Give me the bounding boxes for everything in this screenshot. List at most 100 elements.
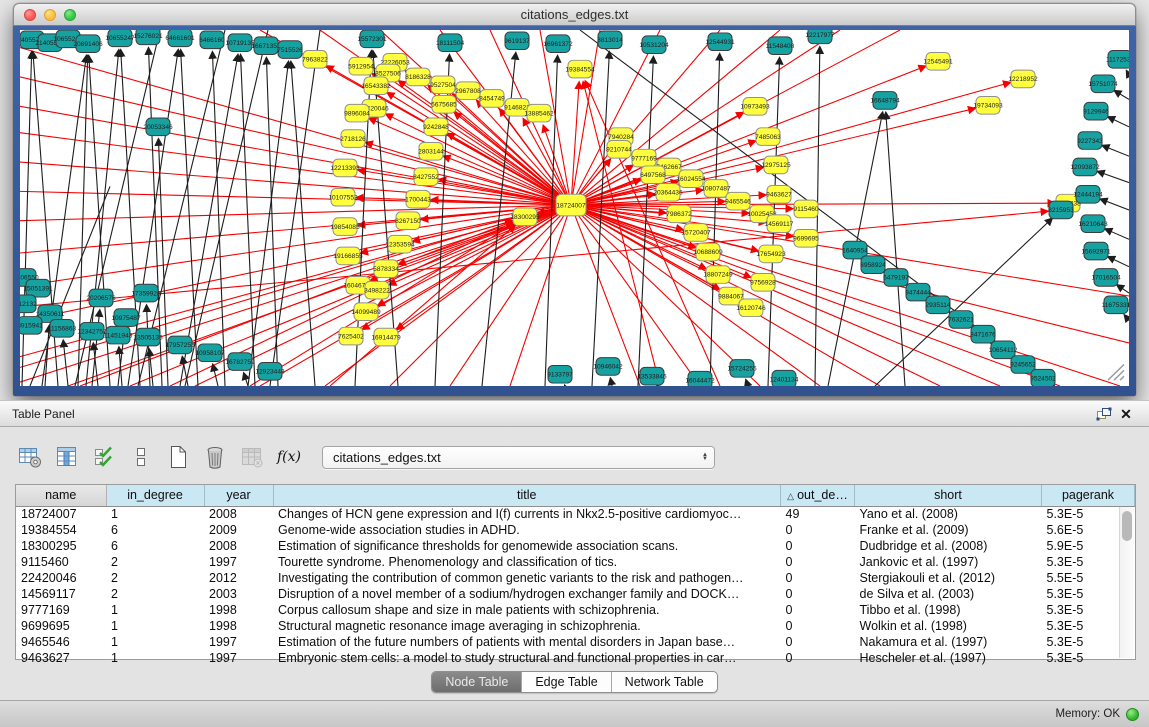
table-panel-header: Table Panel ✕ (0, 400, 1149, 427)
tab-node-table[interactable]: Node Table (432, 672, 521, 692)
graph-edge (571, 30, 600, 205)
column-header-short[interactable]: short (855, 485, 1042, 506)
graph-edge (244, 373, 248, 386)
resize-grip[interactable] (1108, 364, 1124, 380)
graph-node-label: 9133797 (547, 372, 573, 379)
graph-node-label: 16914479 (371, 334, 401, 341)
table-select-dropdown[interactable]: citations_edges.txt ▲▼ (322, 446, 715, 469)
graph-node-label: 12923448 (255, 369, 285, 376)
network-graph-canvas[interactable]: 1872400759129542222605335275068186328165… (20, 30, 1129, 386)
graph-node-label: 12217977 (805, 32, 835, 39)
float-panel-button[interactable] (1093, 405, 1115, 423)
table-row[interactable]: 977716911998Corpus callosum shape and si… (16, 602, 1135, 618)
graph-node-label: 5912954 (348, 63, 374, 70)
graph-node-label: 9474444 (905, 289, 931, 296)
window-titlebar[interactable]: citations_edges.txt (13, 3, 1136, 26)
graph-node-label: 20364436 (653, 190, 683, 197)
table-panel: Table Panel ✕ (0, 400, 1149, 700)
graph-node-label: 9884067 (718, 293, 744, 300)
dropdown-stepper-icon: ▲▼ (702, 453, 708, 461)
graph-node-label: 17654923 (756, 251, 786, 258)
table-cell: Investigating the contribution of common… (273, 570, 781, 586)
table-cell: Disruption of a novel member of a sodium… (273, 586, 781, 602)
table-cell: 1997 (204, 554, 273, 570)
close-icon: ✕ (1120, 407, 1132, 421)
table-cell: 1 (106, 602, 204, 618)
tab-network-table[interactable]: Network Table (611, 672, 717, 692)
graph-edge (571, 82, 1010, 205)
table-row[interactable]: 911546021997Tourette syndrome. Phenomeno… (16, 554, 1135, 570)
graph-edge (1117, 285, 1129, 293)
graph-edge (1097, 171, 1129, 182)
graph-node-label: 3498222 (364, 287, 390, 294)
table-row[interactable]: 946362711997Embryonic stem cells: a mode… (16, 650, 1135, 666)
column-header-pagerank[interactable]: pagerank (1042, 485, 1135, 506)
graph-node-label: 12545491 (923, 59, 953, 66)
column-header-out_de[interactable]: △out_de… (781, 485, 855, 506)
graph-node-label: 8215953 (1048, 207, 1074, 214)
row-selection-button[interactable] (90, 443, 118, 471)
table-cell: 1 (106, 618, 204, 634)
graph-node-label: 17016504 (1091, 275, 1121, 282)
table-cell: Stergiakouli et al. (2012) (855, 570, 1042, 586)
table-scrollbar[interactable] (1119, 507, 1134, 658)
graph-node-label: 16044472 (685, 377, 715, 384)
graph-node-label: 7963822 (302, 57, 328, 64)
table-cell: 19384554 (16, 522, 106, 538)
graph-node-label: 12544931 (705, 39, 735, 46)
status-bar: Memory: OK (0, 700, 1149, 727)
delete-column-button[interactable] (201, 443, 229, 471)
merge-rows-button[interactable] (127, 443, 155, 471)
table-row[interactable]: 2242004622012Investigating the contribut… (16, 570, 1135, 586)
column-header-year[interactable]: year (204, 485, 273, 506)
table-row[interactable]: 1872400712008Changes of HCN gene express… (16, 506, 1135, 522)
column-header-title[interactable]: title (273, 485, 781, 506)
graph-node-label: 11156863 (48, 326, 77, 333)
graph-node-label: 7515526 (277, 47, 303, 54)
table-scrollbar-thumb[interactable] (1122, 511, 1132, 541)
table-cell: 1 (106, 650, 204, 666)
close-panel-button[interactable]: ✕ (1115, 405, 1137, 423)
table-row[interactable]: 946554611997Estimation of the future num… (16, 634, 1135, 650)
graph-edge (638, 56, 653, 386)
table-cell: 1998 (204, 602, 273, 618)
tab-edge-table[interactable]: Edge Table (521, 672, 610, 692)
graph-node-label: 7625402 (338, 333, 364, 340)
graph-node-label: 9115460 (793, 206, 819, 213)
graph-node-label: 16024554 (676, 176, 706, 183)
table-cell: 9777169 (16, 602, 106, 618)
graph-node-label: 10688609 (693, 249, 723, 256)
graph-node-label: 5675685 (431, 102, 457, 109)
table-mode-button[interactable] (16, 443, 44, 471)
node-attribute-table: namein_degreeyeartitle△out_de…shortpager… (15, 484, 1136, 660)
graph-edge (1108, 117, 1129, 127)
graph-node-label: 9242848 (423, 124, 449, 131)
graph-node-label: 17359928 (131, 290, 161, 297)
table-select-value: citations_edges.txt (333, 450, 702, 465)
table-cell: 1998 (204, 618, 273, 634)
column-header-in_degree[interactable]: in_degree (106, 485, 204, 506)
table-row[interactable]: 1830029562008Estimation of significance … (16, 538, 1135, 554)
graph-node-label: 20891406 (73, 41, 103, 48)
table-cell: Wolkin et al. (1998) (855, 618, 1042, 634)
graph-edge (1108, 257, 1129, 267)
graph-edge (270, 30, 320, 386)
table-cell: 0 (781, 634, 855, 650)
graph-node-label: 9129946 (1083, 108, 1109, 115)
column-header-name[interactable]: name (16, 485, 106, 506)
column-visibility-button[interactable] (53, 443, 81, 471)
table-header-row: namein_degreeyeartitle△out_de…shortpager… (16, 485, 1135, 506)
create-column-button[interactable] (164, 443, 192, 471)
table-row[interactable]: 969969511998Structural magnetic resonanc… (16, 618, 1135, 634)
table-row[interactable]: 1456911722003Disruption of a novel membe… (16, 586, 1135, 602)
function-builder-button[interactable]: f(x) (275, 443, 303, 471)
table-cell: Franke et al. (2009) (855, 522, 1042, 538)
table-cell: 0 (781, 554, 855, 570)
graph-node-label: 3527506 (375, 70, 401, 77)
table-cell: 18724007 (16, 506, 106, 522)
graph-edge (571, 205, 940, 386)
graph-node-label: 10531204 (639, 42, 669, 49)
graph-node-label: 2718126 (340, 136, 366, 143)
table-row[interactable]: 1938455462009Genome-wide association stu… (16, 522, 1135, 538)
graph-node-label: 16961372 (543, 41, 573, 48)
